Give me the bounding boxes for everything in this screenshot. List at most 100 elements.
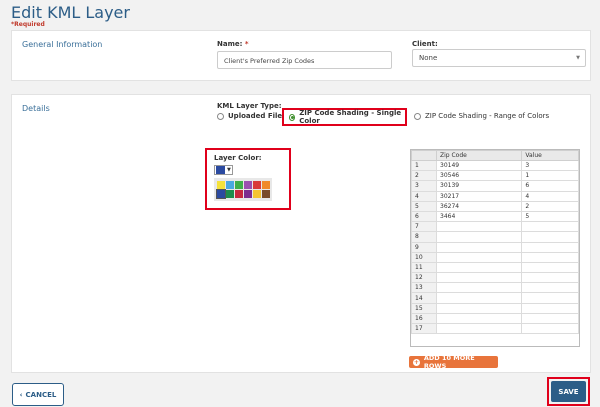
zip-code-grid: Zip Code Value 1 30149 3 2 30546 1 3 30139 6 4… (410, 149, 580, 347)
zip-cell[interactable]: 30149 (435, 159, 523, 172)
row-number: 2 (411, 170, 437, 182)
page-title: Edit KML Layer (11, 3, 130, 22)
value-cell[interactable] (521, 261, 579, 274)
value-cell[interactable]: 5 (521, 210, 579, 223)
radio-label-uploaded-file: Uploaded File (228, 112, 283, 120)
client-select-value: None (419, 54, 438, 62)
value-cell[interactable] (521, 292, 579, 304)
value-cell[interactable] (521, 221, 579, 233)
add-rows-label: ADD 10 MORE ROWS (423, 354, 475, 370)
zip-cell[interactable]: 36274 (435, 200, 523, 212)
zip-cell[interactable] (435, 251, 523, 263)
table-row: 1 30149 3 (411, 159, 579, 172)
grid-header-rownum (411, 150, 437, 161)
row-number: 7 (411, 221, 437, 233)
save-highlight: SAVE (547, 377, 590, 406)
radio-unchecked-icon[interactable] (414, 112, 421, 120)
value-cell[interactable] (521, 241, 579, 253)
color-swatch[interactable] (261, 190, 270, 198)
table-row: 2 30546 1 (411, 170, 579, 182)
table-row: 8 (411, 231, 579, 243)
value-cell[interactable]: 1 (521, 170, 579, 182)
value-cell[interactable]: 2 (521, 200, 579, 212)
name-input[interactable]: Client's Preferred Zip Codes (217, 51, 392, 69)
client-select[interactable]: None ▼ (412, 49, 586, 67)
value-cell[interactable] (521, 272, 579, 284)
row-number: 11 (411, 261, 437, 274)
color-swatch[interactable] (252, 190, 261, 198)
zip-cell[interactable] (435, 312, 523, 325)
zip-cell[interactable]: 30546 (435, 170, 523, 182)
table-row: 17 (411, 322, 579, 335)
name-label: Name: * (217, 40, 249, 48)
color-swatch[interactable] (234, 181, 243, 189)
radio-uploaded-file[interactable]: Uploaded File (217, 112, 282, 120)
table-row: 4 30217 4 (411, 190, 579, 202)
zip-cell[interactable]: 3464 (435, 210, 523, 223)
table-row: 13 (411, 282, 579, 294)
value-cell[interactable] (521, 302, 579, 314)
row-number: 6 (411, 210, 437, 223)
row-number: 3 (411, 180, 437, 192)
layer-color-label: Layer Color: (214, 154, 262, 162)
zip-cell[interactable] (435, 241, 523, 253)
name-label-text: Name: (217, 40, 243, 48)
details-panel: Details KML Layer Type: Uploaded File ZI… (11, 94, 591, 373)
row-number: 16 (411, 312, 437, 325)
zip-cell[interactable] (435, 282, 523, 294)
row-number: 9 (411, 241, 437, 253)
value-cell[interactable]: 6 (521, 180, 579, 192)
radio-checked-icon[interactable] (289, 113, 296, 121)
color-swatch[interactable] (225, 181, 234, 189)
zip-cell[interactable] (435, 292, 523, 304)
radio-unchecked-icon[interactable] (217, 112, 224, 120)
color-dropdown-button[interactable]: ▼ (214, 165, 233, 175)
table-row: 15 (411, 302, 579, 314)
required-star: * (244, 40, 249, 48)
section-title-general: General Information (22, 40, 103, 49)
row-number: 17 (411, 322, 437, 335)
color-swatch[interactable] (243, 181, 252, 189)
kml-layer-type-label: KML Layer Type: (217, 102, 282, 110)
value-cell[interactable] (521, 322, 579, 335)
zip-cell[interactable] (435, 302, 523, 314)
value-cell[interactable] (521, 231, 579, 243)
color-swatch-selected[interactable] (215, 189, 226, 199)
color-swatch[interactable] (234, 190, 243, 198)
radio-label-range-colors: ZIP Code Shading - Range of Colors (425, 112, 550, 120)
zip-cell[interactable] (435, 231, 523, 243)
save-button[interactable]: SAVE (551, 381, 586, 402)
radio-zip-range-colors[interactable]: ZIP Code Shading - Range of Colors (414, 112, 549, 120)
section-title-details: Details (22, 104, 50, 113)
row-number: 8 (411, 231, 437, 243)
row-number: 13 (411, 282, 437, 294)
value-cell[interactable]: 4 (521, 190, 579, 202)
value-cell[interactable]: 3 (521, 159, 579, 172)
table-row: 10 (411, 251, 579, 263)
table-row: 12 (411, 272, 579, 284)
color-swatch[interactable] (243, 190, 252, 198)
zip-cell[interactable]: 30139 (435, 180, 523, 192)
zip-cell[interactable] (435, 261, 523, 274)
add-10-more-rows-button[interactable]: + ADD 10 MORE ROWS (409, 354, 498, 370)
layer-color-picker: Layer Color: ▼ (205, 148, 291, 210)
current-color-swatch (216, 166, 225, 174)
general-information-panel: General Information Name: * Client's Pre… (11, 30, 591, 81)
zip-cell[interactable] (435, 221, 523, 233)
radio-zip-single-color[interactable]: ZIP Code Shading - Single Color (282, 108, 407, 126)
color-swatch[interactable] (261, 181, 270, 189)
zip-cell[interactable]: 30217 (435, 190, 523, 202)
zip-cell[interactable] (435, 322, 523, 335)
zip-cell[interactable] (435, 272, 523, 284)
cancel-button[interactable]: ‹ CANCEL (12, 383, 64, 406)
value-cell[interactable] (521, 282, 579, 294)
color-swatch[interactable] (225, 190, 234, 198)
table-row: 11 (411, 261, 579, 274)
value-cell[interactable] (521, 251, 579, 263)
value-cell[interactable] (521, 312, 579, 325)
row-number: 1 (411, 159, 437, 172)
color-swatch[interactable] (216, 181, 225, 189)
grid-header-row: Zip Code Value (411, 150, 579, 161)
color-swatch[interactable] (252, 181, 261, 189)
row-number: 12 (411, 272, 437, 284)
